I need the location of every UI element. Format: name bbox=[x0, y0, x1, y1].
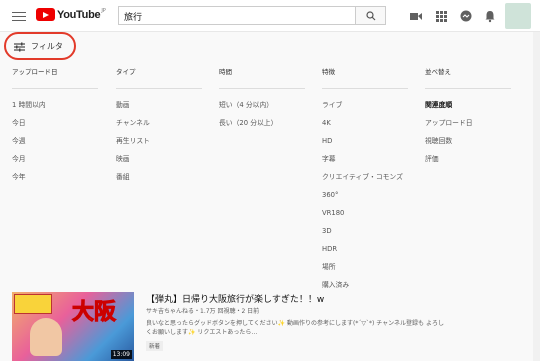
filter-column-title: 時間 bbox=[219, 66, 305, 89]
filter-option[interactable]: 短い（4 分以内） bbox=[219, 101, 305, 119]
filter-option[interactable]: 字幕 bbox=[322, 155, 408, 173]
video-camera-icon[interactable] bbox=[409, 9, 423, 23]
top-bar: YouTube JP 旅行 bbox=[0, 0, 540, 32]
video-meta: サキ吉ちゃんねる・1.7万 回視聴・2 日前 bbox=[146, 308, 260, 315]
scrollbar[interactable] bbox=[533, 32, 540, 361]
thumbnail-sign bbox=[14, 294, 52, 314]
apps-grid-icon[interactable] bbox=[434, 9, 448, 23]
thumbnail-text: 大阪 bbox=[71, 300, 117, 326]
youtube-logo[interactable]: YouTube JP bbox=[36, 8, 106, 21]
filter-column: 特徴 ライブ 4K HD 字幕 クリエイティブ・コモンズ 360° VR180 3D HDR 場所購… bbox=[322, 66, 408, 299]
video-duration: 13:09 bbox=[110, 350, 132, 359]
filter-option[interactable]: クリエイティブ・コモンズ bbox=[322, 173, 408, 191]
filter-column-title: 並べ替え bbox=[425, 66, 511, 89]
filter-option[interactable]: 番組 bbox=[116, 173, 202, 191]
bell-icon[interactable] bbox=[483, 9, 497, 23]
filter-option[interactable]: 1 時間以内 bbox=[12, 101, 98, 119]
filter-sliders-icon bbox=[14, 42, 25, 51]
filter-option[interactable]: 関連度順 bbox=[425, 101, 511, 119]
filter-column: アップロード日 1 時間以内 今日 今週 今月 今年 bbox=[12, 66, 98, 191]
search-button[interactable] bbox=[356, 6, 386, 25]
filter-option[interactable]: HD bbox=[322, 137, 408, 155]
filter-column: 時間短い（4 分以内） 長い（20 分以上） bbox=[219, 66, 305, 137]
filter-option[interactable]: 今週 bbox=[12, 137, 98, 155]
filter-option[interactable]: 今月 bbox=[12, 155, 98, 173]
filter-option[interactable]: アップロード日 bbox=[425, 119, 511, 137]
filter-option[interactable]: HDR bbox=[322, 245, 408, 263]
video-title[interactable]: 【弾丸】日帰り大阪旅行が楽しすぎた！！w bbox=[146, 292, 526, 305]
logo-text: YouTube bbox=[57, 8, 101, 21]
thumbnail-person bbox=[30, 318, 62, 356]
play-logo-icon bbox=[36, 8, 55, 21]
hamburger-icon[interactable] bbox=[12, 9, 26, 23]
search-icon bbox=[366, 11, 376, 21]
new-badge: 新着 bbox=[146, 341, 164, 351]
messages-icon[interactable] bbox=[459, 9, 473, 23]
filter-option[interactable]: 映画 bbox=[116, 155, 202, 173]
filter-option[interactable]: 動画 bbox=[116, 101, 202, 119]
filter-option[interactable]: ライブ bbox=[322, 101, 408, 119]
filter-column-title: アップロード日 bbox=[12, 66, 98, 89]
filter-option[interactable]: 場所 bbox=[322, 263, 408, 281]
filter-option[interactable]: 評価 bbox=[425, 155, 511, 173]
search-input[interactable]: 旅行 bbox=[118, 6, 356, 25]
filter-option[interactable]: VR180 bbox=[322, 209, 408, 227]
filter-option[interactable]: 今年 bbox=[12, 173, 98, 191]
filter-option[interactable]: 視聴回数 bbox=[425, 137, 511, 155]
filter-option[interactable]: 長い（20 分以上） bbox=[219, 119, 305, 137]
region-code: JP bbox=[101, 8, 106, 14]
filter-option[interactable]: チャンネル bbox=[116, 119, 202, 137]
filter-button[interactable]: フィルタ bbox=[14, 41, 63, 52]
filter-label: フィルタ bbox=[31, 42, 63, 51]
filter-column: タイプ動画 チャンネル 再生リスト 映画 番組 bbox=[116, 66, 202, 191]
avatar[interactable] bbox=[505, 3, 531, 29]
filter-option[interactable]: 再生リスト bbox=[116, 137, 202, 155]
video-thumbnail[interactable]: 大阪 13:09 bbox=[12, 292, 134, 361]
filter-option[interactable]: 360° bbox=[322, 191, 408, 209]
video-description: 良いなと思ったらグッドボタンを押してください✨ 動画作りの参考にします(*´▽`… bbox=[146, 320, 444, 336]
filter-option[interactable]: 3D bbox=[322, 227, 408, 245]
filter-column: 並べ替え関連度順 アップロード日 視聴回数 評価 bbox=[425, 66, 511, 173]
filter-column-title: タイプ bbox=[116, 66, 202, 89]
filter-column-title: 特徴 bbox=[322, 66, 408, 89]
filter-option[interactable]: 今日 bbox=[12, 119, 98, 137]
filter-option[interactable]: 4K bbox=[322, 119, 408, 137]
